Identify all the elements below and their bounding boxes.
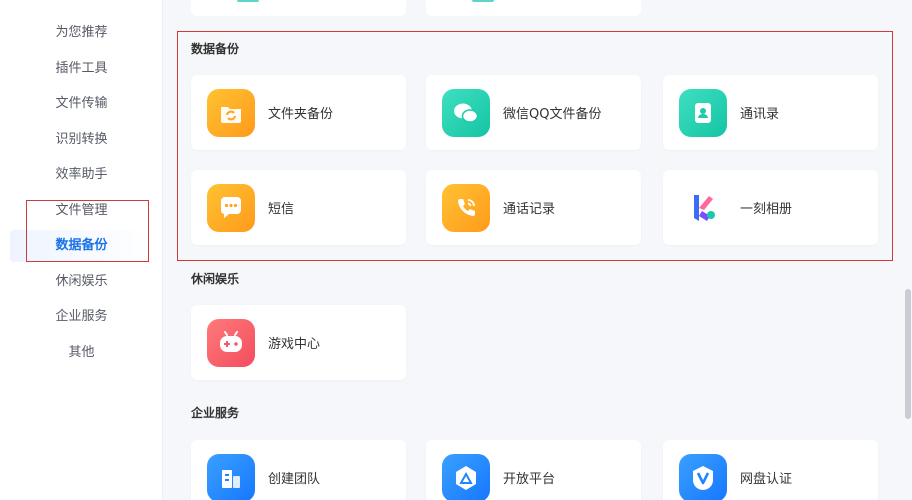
- section-title-enterprise: 企业服务: [191, 406, 240, 420]
- yike-album-icon: [679, 184, 727, 232]
- card-label: 通话记录: [503, 202, 556, 217]
- gamepad-icon: [207, 319, 255, 367]
- team-building-icon: [207, 454, 255, 500]
- card-label: 开放平台: [503, 472, 556, 487]
- card-label: 一刻相册: [740, 202, 793, 217]
- card-create-team[interactable]: 创建团队: [191, 440, 406, 500]
- sidebar-item-recommend[interactable]: 为您推荐: [10, 17, 153, 49]
- sidebar-item-transfer[interactable]: 文件传输: [10, 88, 153, 120]
- sms-icon: [207, 184, 255, 232]
- partial-icon: [237, 0, 259, 2]
- previous-card-partial[interactable]: [426, 0, 641, 16]
- sidebar-item-convert[interactable]: 识别转换: [10, 124, 153, 156]
- card-open-platform[interactable]: 开放平台: [426, 440, 641, 500]
- card-wechat-qq-backup[interactable]: 微信QQ文件备份: [426, 75, 641, 150]
- sidebar-item-plugins[interactable]: 插件工具: [10, 53, 153, 85]
- sidebar-item-leisure[interactable]: 休闲娱乐: [10, 266, 153, 298]
- partial-icon: [472, 0, 494, 2]
- previous-card-partial[interactable]: [191, 0, 406, 16]
- card-label: 游戏中心: [268, 337, 321, 352]
- sidebar-item-enterprise[interactable]: 企业服务: [10, 301, 153, 333]
- card-yike-album[interactable]: 一刻相册: [663, 170, 878, 245]
- main-content: 数据备份 文件夹备份 微信QQ文件备份 通讯录 短信 通话记录 一刻相册 休闲娱…: [163, 0, 903, 500]
- scrollbar-thumb[interactable]: [905, 289, 911, 419]
- sidebar-item-data-backup[interactable]: 数据备份: [10, 230, 153, 262]
- card-label: 网盘认证: [740, 472, 793, 487]
- open-platform-icon: [442, 454, 490, 500]
- sidebar-item-file-manage[interactable]: 文件管理: [10, 195, 153, 227]
- contact-book-icon: [679, 89, 727, 137]
- card-folder-backup[interactable]: 文件夹备份: [191, 75, 406, 150]
- card-call-log[interactable]: 通话记录: [426, 170, 641, 245]
- chat-bubbles-icon: [442, 89, 490, 137]
- scrollbar-track[interactable]: [903, 0, 912, 500]
- card-netdisk-verify[interactable]: 网盘认证: [663, 440, 878, 500]
- card-label: 创建团队: [268, 472, 321, 487]
- card-label: 微信QQ文件备份: [503, 107, 602, 122]
- card-sms[interactable]: 短信: [191, 170, 406, 245]
- verified-v-icon: [679, 454, 727, 500]
- sidebar-item-other[interactable]: 其他: [10, 337, 153, 369]
- card-label: 短信: [268, 202, 295, 217]
- sidebar-item-efficiency[interactable]: 效率助手: [10, 159, 153, 191]
- section-title-backup: 数据备份: [191, 42, 240, 56]
- folder-sync-icon: [207, 89, 255, 137]
- phone-call-icon: [442, 184, 490, 232]
- card-contacts[interactable]: 通讯录: [663, 75, 878, 150]
- card-game-center[interactable]: 游戏中心: [191, 305, 406, 380]
- card-label: 通讯录: [740, 107, 780, 122]
- section-title-leisure: 休闲娱乐: [191, 272, 240, 286]
- sidebar: 为您推荐 插件工具 文件传输 识别转换 效率助手 文件管理 数据备份 休闲娱乐 …: [0, 0, 163, 500]
- card-label: 文件夹备份: [268, 107, 334, 122]
